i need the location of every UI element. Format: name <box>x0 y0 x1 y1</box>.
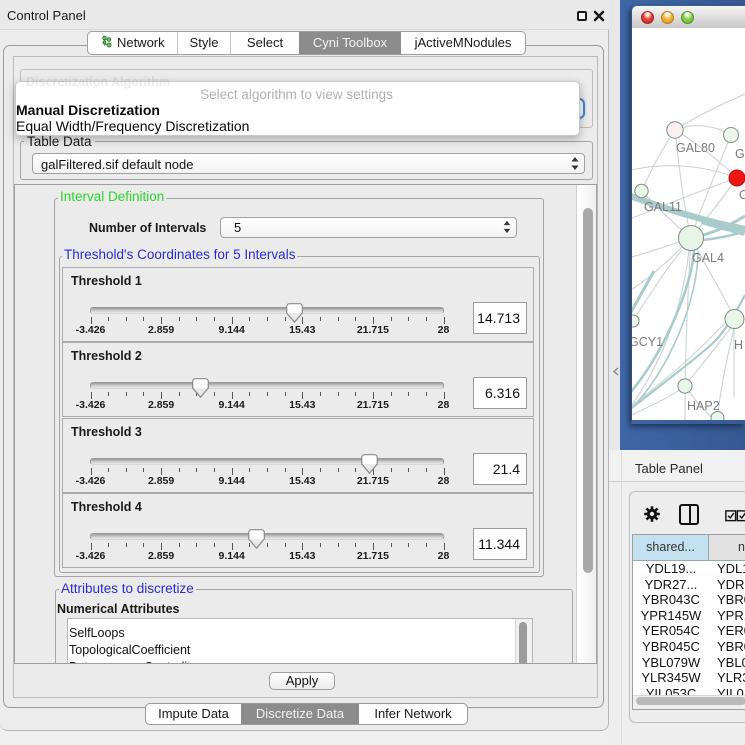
svg-text:GAL80: GAL80 <box>676 141 715 155</box>
svg-text:H: H <box>734 338 743 352</box>
svg-text:GCY1: GCY1 <box>632 335 663 349</box>
svg-text:C: C <box>739 188 745 202</box>
svg-text:HAP2: HAP2 <box>687 399 720 413</box>
svg-text:GAL11: GAL11 <box>644 200 682 214</box>
svg-text:G.: G. <box>735 147 745 161</box>
svg-text:GAL4: GAL4 <box>692 251 724 265</box>
